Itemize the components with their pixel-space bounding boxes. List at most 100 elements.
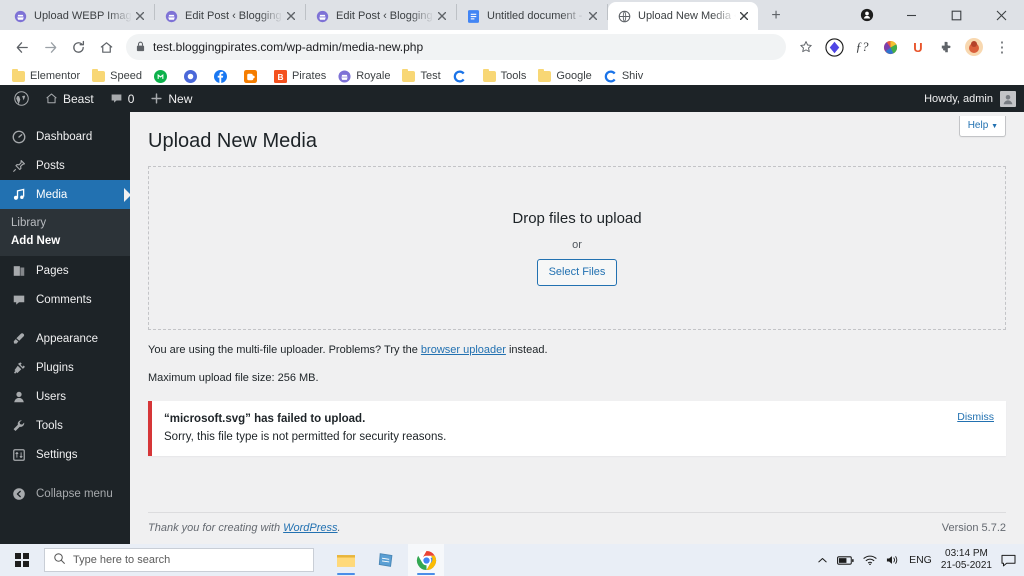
back-button[interactable] [8,33,36,61]
wifi-icon[interactable] [863,554,877,566]
chevron-down-icon: ▼ [991,123,998,130]
howdy-label: Howdy, admin [924,92,993,105]
site-name-menu[interactable]: Beast [37,85,102,112]
bookmark-item[interactable]: Test [396,68,446,83]
browser-tab[interactable]: Edit Post ‹ Blogging Royal [306,2,456,30]
sidebar-item-label: Settings [36,448,78,461]
chrome-menu-button[interactable]: ⋮ [988,33,1016,61]
sidebar-item-comments[interactable]: Comments [0,285,130,314]
close-icon[interactable] [585,8,601,24]
avatar [1000,90,1016,107]
notification-icon[interactable] [1001,554,1016,567]
chrome-icon[interactable] [408,544,444,576]
reload-button[interactable] [64,33,92,61]
new-tab-button[interactable]: + [762,2,790,30]
sidebar-subitem-library[interactable]: Library [0,214,130,232]
dropzone-title: Drop files to upload [512,210,642,228]
forward-button[interactable] [36,33,64,61]
file-explorer-icon[interactable] [328,544,364,576]
dismiss-link[interactable]: Dismiss [957,411,994,423]
sidebar-item-tools[interactable]: Tools [0,411,130,440]
new-content-menu[interactable]: New [142,85,200,112]
close-button[interactable] [979,0,1024,30]
menu-spacer [0,469,130,479]
comments-menu[interactable]: 0 [102,85,143,112]
bookmark-item[interactable] [178,69,208,83]
google-docs-favicon [466,9,480,23]
browser-tab[interactable]: Upload WEBP Images in W [4,2,154,30]
bookmark-item[interactable] [238,69,268,83]
close-icon[interactable] [283,8,299,24]
wp-footer: Thank you for creating with WordPress. V… [148,512,1006,534]
clock[interactable]: 03:14 PM 21-05-2021 [941,548,992,573]
bookmark-item[interactable]: Google [532,68,597,83]
wordpress-favicon [315,9,329,23]
collapse-menu-button[interactable]: Collapse menu [0,479,130,508]
sticky-notes-icon[interactable] [368,544,404,576]
diamond-extension-icon[interactable] [822,35,846,59]
sidebar-item-plugins[interactable]: Plugins [0,353,130,382]
sidebar-item-users[interactable]: Users [0,382,130,411]
folder-icon [12,68,25,83]
bookmark-star-icon[interactable] [792,33,820,61]
bookmark-item[interactable]: B Pirates [268,69,332,83]
address-bar[interactable]: test.bloggingpirates.com/wp-admin/media-… [126,34,786,60]
bookmark-item[interactable]: Royale [332,69,396,83]
puzzle-extensions-icon[interactable] [934,35,958,59]
taskbar-apps [328,544,444,576]
sidebar-item-posts[interactable]: Posts [0,151,130,180]
bookmark-item[interactable] [208,69,238,83]
bookmark-item[interactable]: Tools [477,68,533,83]
colorzilla-extension-icon[interactable] [878,35,902,59]
minimize-button[interactable] [889,0,934,30]
sidebar-item-media[interactable]: Media [0,180,130,209]
maximize-button[interactable] [934,0,979,30]
comments-count: 0 [127,91,135,106]
sidebar-item-appearance[interactable]: Appearance [0,324,130,353]
users-icon [11,390,27,404]
sidebar-item-dashboard[interactable]: Dashboard [0,122,130,151]
sidebar-item-pages[interactable]: Pages [0,256,130,285]
bookmark-item[interactable]: Speed [86,68,148,83]
sidebar-item-settings[interactable]: Settings [0,440,130,469]
browser-tab[interactable]: Untitled document - Goog [457,2,607,30]
collapse-menu-label: Collapse menu [36,487,113,500]
volume-icon[interactable] [886,554,900,566]
wordpress-link[interactable]: WordPress [283,522,337,534]
browser-uploader-link[interactable]: browser uploader [421,344,506,356]
select-files-button[interactable]: Select Files [536,259,618,286]
close-icon[interactable] [736,8,752,24]
language-indicator[interactable]: ENG [909,554,932,566]
sidebar-item-label: Media [36,188,68,201]
battery-icon[interactable] [837,555,854,566]
browser-tab[interactable]: Edit Post ‹ Blogging Royal [155,2,305,30]
bookmark-item[interactable]: Elementor [6,68,86,83]
comments-icon [11,293,27,307]
help-toggle-button[interactable]: Help ▼ [958,116,1006,137]
profile-avatar-icon[interactable] [962,35,986,59]
bookmark-item[interactable] [148,69,178,83]
home-button[interactable] [92,33,120,61]
close-icon[interactable] [132,8,148,24]
profile-button[interactable] [844,0,889,30]
bookmark-item[interactable] [447,70,477,83]
pin-icon [11,159,27,173]
sidebar-subitem-add-new[interactable]: Add New [0,232,130,250]
chevron-up-icon[interactable] [817,555,828,566]
windows-start-icon[interactable] [0,544,44,576]
my-account-menu[interactable]: Howdy, admin [924,85,1024,112]
browser-tab-active[interactable]: Upload New Media ‹ Beas [608,2,758,30]
close-icon[interactable] [434,8,450,24]
bookmark-label: Speed [110,70,142,82]
u-extension-icon[interactable]: U [906,35,930,59]
upload-dropzone[interactable]: Drop files to upload or Select Files [148,166,1006,330]
bookmark-label: Tools [500,70,527,82]
max-upload-size-text: Maximum upload file size: 256 MB. [148,371,319,384]
fontanello-extension-icon[interactable]: ƒ? [850,35,874,59]
bookmark-item[interactable]: Shiv [598,70,649,83]
sidebar-item-label: Posts [36,159,65,172]
toolbar-right: ƒ? U ⋮ [792,33,1016,61]
notice-body: “microsoft.svg” has failed to upload. So… [164,410,957,447]
wp-logo-menu[interactable] [6,85,37,112]
taskbar-search-input[interactable]: Type here to search [44,548,314,572]
